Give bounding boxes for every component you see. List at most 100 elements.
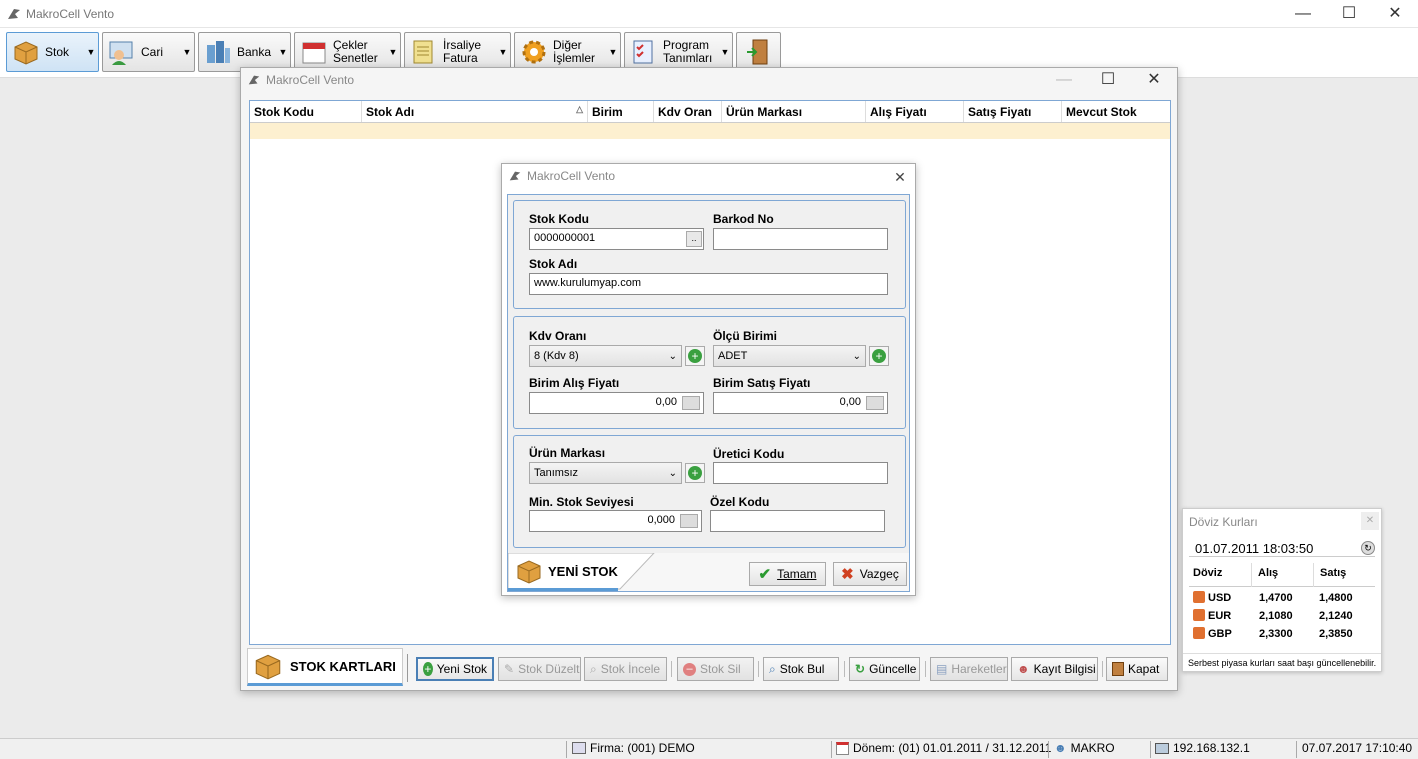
status-bar: Firma: (001) DEMO Dönem: (01) 01.01.2011… [0,738,1418,759]
separator [1102,661,1103,677]
ozel-kodu-field[interactable] [710,510,885,532]
marka-add-button[interactable]: + [685,463,705,483]
stok-window-maximize[interactable]: ☐ [1085,68,1131,92]
col-urun-markasi[interactable]: Ürün Markası [722,101,866,122]
box-icon [14,41,38,65]
stok-kodu-label: Stok Kodu [529,212,589,226]
kdv-add-button[interactable]: + [685,346,705,366]
main-titlebar: MakroCell Vento — ☐ ✕ [0,0,1418,28]
uretici-label: Üretici Kodu [713,447,785,461]
dialog-titlebar: MakroCell Vento [502,164,915,188]
separator [1048,741,1049,758]
irsaliye-menu-button[interactable]: İrsaliye Fatura ▼ [404,32,511,72]
kdv-select[interactable]: 8 (Kdv 8) ⌄ [529,345,682,367]
diger-menu-button[interactable]: Diğer İşlemler ▼ [514,32,621,72]
stok-sil-button[interactable]: – Stok Sil [677,657,754,681]
exit-button[interactable] [736,32,781,72]
invoice-icon [413,40,433,64]
separator [671,661,672,677]
olcu-select[interactable]: ADET ⌄ [713,345,866,367]
uretici-field[interactable] [713,462,888,484]
satis-calc-button[interactable] [866,396,884,410]
banka-menu-button[interactable]: Banka ▼ [198,32,291,72]
dialog-title: MakroCell Vento [527,169,616,183]
barkod-field[interactable] [713,228,888,250]
separator [844,661,845,677]
group-pricing: Kdv Oranı 8 (Kdv 8) ⌄ + Ölçü Birimi ADET… [513,316,906,429]
doviz-header: Döviz Alış Satış [1189,563,1375,587]
col-stok-adi[interactable]: Stok Adı △ [362,101,588,122]
currency-icon [1193,609,1205,621]
tamam-button[interactable]: ✔ Tamam [749,562,826,586]
cekler-menu-button[interactable]: Çekler Senetler ▼ [294,32,401,72]
stok-adi-field[interactable]: www.kurulumyap.com [529,273,888,295]
satis-field[interactable]: 0,00 [713,392,888,414]
stok-bul-button[interactable]: ⌕ Stok Bul [763,657,839,681]
stok-duzelt-button[interactable]: ✎ Stok Düzelt [498,657,581,681]
stok-footer-toolbar: + Yeni Stok ✎ Stok Düzelt ⌕ Stok İncele … [241,645,1177,690]
exit-door-icon [1112,662,1124,676]
bank-building-icon [207,41,230,63]
delete-icon: – [683,662,696,676]
refresh-icon[interactable]: ↻ [1361,541,1375,555]
users-icon: ☻ [1017,662,1030,676]
list-icon: ▤ [936,662,948,676]
box-icon [517,560,541,584]
stok-menu-button[interactable]: Stok ▼ [6,32,99,72]
doviz-panel: Döviz Kurları ✕ 01.07.2011 18:03:50 ↻ Dö… [1182,508,1382,672]
chevron-down-icon: ▼ [86,47,96,57]
stok-kodu-field[interactable]: 0000000001 [529,228,704,250]
kdv-label: Kdv Oranı [529,329,587,343]
person-card-icon [109,41,133,65]
cari-menu-button[interactable]: Cari ▼ [102,32,195,72]
stok-window-close[interactable]: ✕ [1131,68,1177,92]
col-satis-fiyati[interactable]: Satış Fiyatı [964,101,1062,122]
yeni-stok-button[interactable]: + Yeni Stok [416,657,494,681]
hareketler-button[interactable]: ▤ Hareketler [930,657,1008,681]
status-datetime: 07.07.2017 17:10:40 [1302,741,1413,755]
olcu-add-button[interactable]: + [869,346,889,366]
marka-select[interactable]: Tanımsız ⌄ [529,462,682,484]
dialog-close-button[interactable]: ✕ [890,167,910,187]
plus-icon: + [423,662,433,676]
col-kdv-oran[interactable]: Kdv Oran [654,101,722,122]
status-ip: 192.168.132.1 [1155,741,1250,755]
stok-incele-button[interactable]: ⌕ Stok İncele [584,657,667,681]
alis-field[interactable]: 0,00 [529,392,704,414]
min-stok-field[interactable]: 0,000 [529,510,702,532]
alis-calc-button[interactable] [682,396,700,410]
maximize-button[interactable]: ☐ [1326,0,1372,28]
olcu-label: Ölçü Birimi [713,329,778,343]
list-item: EUR 2,1080 2,1240 [1189,607,1375,625]
stok-kodu-lookup-button[interactable]: .. [686,231,702,247]
program-menu-button[interactable]: Program Tanımları ▼ [624,32,733,72]
minimize-button[interactable]: — [1280,0,1326,28]
status-firma: Firma: (001) DEMO [572,741,695,755]
separator [758,661,759,677]
barkod-label: Barkod No [713,212,774,226]
status-user: ☻ MAKRO [1054,741,1115,755]
close-button[interactable]: ✕ [1372,0,1418,28]
doviz-note: Serbest piyasa kurları saat başı güncell… [1183,653,1381,671]
dialog-body: Stok Kodu 0000000001 .. Barkod No Stok A… [507,194,910,592]
checklist-icon [633,40,653,64]
doviz-close-button[interactable]: ✕ [1361,512,1379,530]
alis-label: Birim Alış Fiyatı [529,376,620,390]
col-mevcut-stok[interactable]: Mevcut Stok [1062,101,1170,122]
gear-icon [522,40,546,64]
col-stok-kodu[interactable]: Stok Kodu [250,101,362,122]
doviz-date-row: 01.07.2011 18:03:50 ↻ [1189,539,1375,557]
separator [925,661,926,677]
doviz-rows: USD 1,4700 1,4800 EUR 2,1080 2,1240 GBP … [1189,589,1375,643]
kayit-bilgisi-button[interactable]: ☻ Kayıt Bilgisi [1011,657,1098,681]
stok-window-minimize[interactable]: — [1041,68,1087,92]
col-alis-fiyati[interactable]: Alış Fiyatı [866,101,964,122]
search-icon: ⌕ [769,661,776,676]
min-stok-calc-button[interactable] [680,514,698,528]
col-birim[interactable]: Birim [588,101,654,122]
table-row[interactable] [250,123,1170,139]
vazgec-button[interactable]: ✖ Vazgeç [833,562,907,586]
kapat-button[interactable]: Kapat [1106,657,1168,681]
plus-icon: + [688,466,702,480]
guncelle-button[interactable]: ↻ Güncelle [849,657,920,681]
